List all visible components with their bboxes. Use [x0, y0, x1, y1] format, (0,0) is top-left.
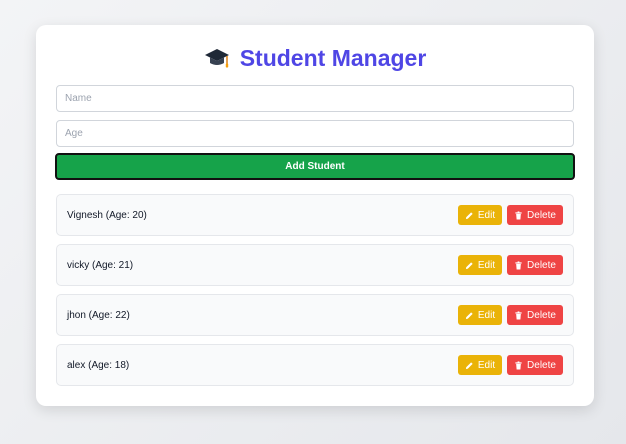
student-info: vicky (Age: 21) [67, 259, 134, 271]
student-info: alex (Age: 18) [67, 359, 130, 371]
delete-label: Delete [527, 209, 556, 221]
age-input[interactable] [56, 120, 574, 147]
pencil-icon [465, 311, 473, 319]
title-text: Student Manager [239, 44, 427, 71]
edit-label: Edit [477, 209, 496, 221]
trash-icon [515, 260, 522, 270]
delete-button[interactable]: Delete [507, 205, 563, 225]
edit-label: Edit [477, 259, 496, 271]
pencil-icon [465, 361, 473, 369]
edit-button[interactable]: Edit [458, 355, 502, 375]
student-manager-card: Student Manager Add Student Vignesh (Age… [36, 25, 594, 406]
delete-label: Delete [527, 309, 556, 321]
edit-label: Edit [477, 309, 496, 321]
delete-button[interactable]: Delete [507, 305, 563, 325]
edit-button[interactable]: Edit [458, 205, 502, 225]
edit-label: Edit [477, 359, 496, 371]
student-row: alex (Age: 18) Edit Delete [56, 344, 574, 386]
pencil-icon [465, 261, 473, 269]
student-info: jhon (Age: 22) [67, 309, 130, 321]
pencil-icon [465, 211, 473, 219]
student-row: jhon (Age: 22) Edit Delete [56, 294, 574, 336]
graduation-cap-icon [204, 49, 229, 68]
page-title: Student Manager [36, 43, 594, 73]
add-student-button[interactable]: Add Student [55, 153, 575, 180]
student-row: Vignesh (Age: 20) Edit Delete [56, 194, 574, 236]
delete-label: Delete [527, 259, 556, 271]
trash-icon [515, 310, 522, 320]
trash-icon [515, 210, 522, 220]
delete-button[interactable]: Delete [507, 255, 563, 275]
student-info: Vignesh (Age: 20) [67, 209, 147, 221]
student-list: Vignesh (Age: 20) Edit Delete vicky (Age… [56, 194, 574, 394]
name-input[interactable] [56, 85, 574, 112]
student-row: vicky (Age: 21) Edit Delete [56, 244, 574, 286]
edit-button[interactable]: Edit [458, 305, 502, 325]
delete-label: Delete [527, 359, 556, 371]
delete-button[interactable]: Delete [507, 355, 563, 375]
trash-icon [515, 360, 522, 370]
edit-button[interactable]: Edit [458, 255, 502, 275]
